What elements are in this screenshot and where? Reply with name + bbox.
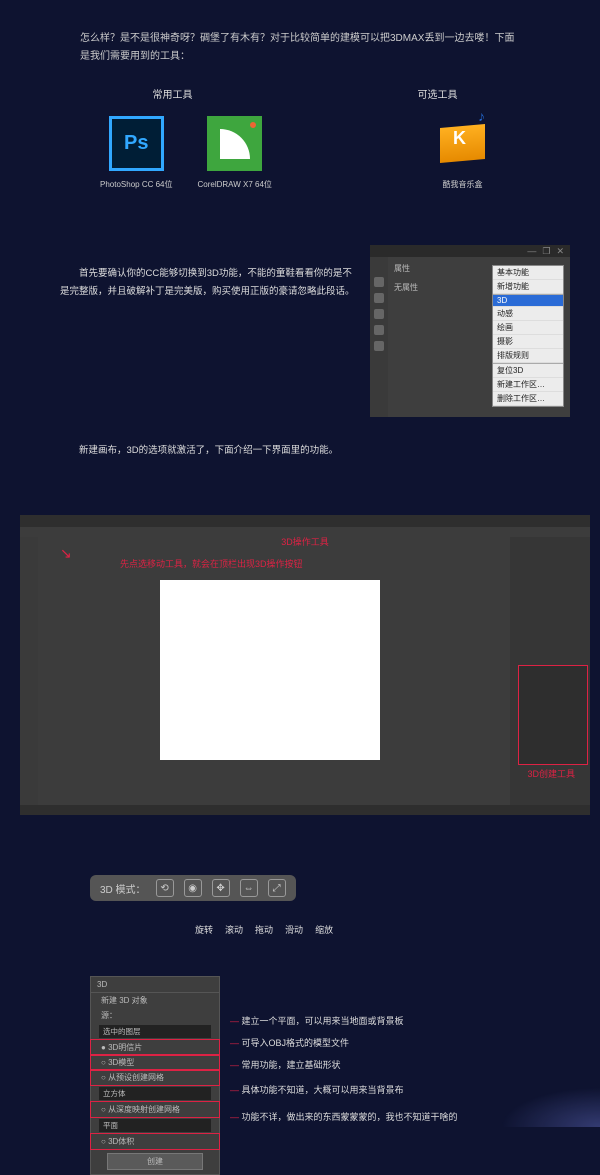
panel-heading: 新建 3D 对象 [91, 993, 219, 1008]
close-icon[interactable]: ✕ [556, 246, 564, 256]
desc-preset: 常用功能，建立基础形状 [242, 1060, 341, 1070]
expand-icon[interactable]: ❐ [542, 246, 550, 256]
ps-menubar [20, 515, 590, 527]
mode-rotate-icon[interactable]: ⟲ [156, 879, 174, 897]
ps-statusbar [20, 805, 590, 815]
descriptions: — 建立一个平面，可以用来当地面或背景板 — 可导入OBJ格式的模型文件 — 常… [230, 976, 458, 1175]
mode-scale-icon[interactable]: ⤢ [268, 879, 286, 897]
mode-label-slide: 滑动 [285, 923, 303, 936]
paragraph-1: 首先要确认你的CC能够切换到3D功能，不能的童鞋看看你的是不是完整版，并且破解补… [60, 245, 355, 417]
menu-item[interactable]: 排版规则 [493, 349, 563, 363]
desc-depth: 具体功能不知道，大概可以用来当背景布 [242, 1085, 404, 1095]
menu-item[interactable]: 摄影 [493, 335, 563, 349]
tool-coreldraw: CorelDRAW X7 64位 [198, 116, 272, 190]
paragraph-2: 新建画布，3D的选项就激活了，下面介绍一下界面里的功能。 [0, 417, 600, 460]
annotation-arrow-icon: ↘ [60, 545, 72, 562]
panel-tab-3d[interactable]: 3D [97, 980, 107, 989]
menu-item[interactable]: 动感 [493, 307, 563, 321]
source-label: 源： [101, 1011, 117, 1020]
ps-toolbar [20, 537, 38, 805]
panel-titlebar: — ❐ ✕ [370, 245, 570, 257]
minimize-icon[interactable]: — [527, 246, 536, 256]
intro-text: 怎么样？是不是很神奇呀？碉堡了有木有？对于比较简单的建模可以把3DMAX丢到一边… [0, 30, 600, 66]
tool-kuwo: K ♪ 酷我音乐盒 [435, 116, 490, 190]
radio-depth-mesh[interactable]: ○ 从深度映射创建网格 [91, 1102, 219, 1117]
annotation-move-tool: 先点选移动工具，就会在顶栏出现3D操作按钮 [120, 557, 303, 570]
strip-icon[interactable] [374, 277, 384, 287]
ps-full-screenshot: ↘ 3D操作工具 先点选移动工具，就会在顶栏出现3D操作按钮 3D创建工具 [20, 515, 590, 815]
coreldraw-label: CorelDRAW X7 64位 [198, 179, 272, 190]
panel-icon-strip [370, 257, 388, 417]
ps-3d-panel [518, 665, 588, 765]
desc-postcard: 建立一个平面，可以用来当地面或背景板 [242, 1016, 404, 1026]
workspace-dropdown[interactable]: 基本功能 新增功能 3D 动感 绘画 摄影 排版规则 复位3D 新建工作区… 删… [492, 265, 564, 407]
photoshop-icon: Ps [109, 116, 164, 171]
menu-item[interactable]: 复位3D [493, 364, 563, 378]
menu-item[interactable]: 新增功能 [493, 280, 563, 294]
strip-icon[interactable] [374, 293, 384, 303]
section-common-tools: 常用工具 [153, 86, 193, 101]
kuwo-label: 酷我音乐盒 [435, 179, 490, 190]
desc-volume: 功能不详，做出来的东西蒙蒙蒙的，我也不知道干啥的 [242, 1112, 458, 1122]
mode-drag-icon[interactable]: ✥ [212, 879, 230, 897]
3d-mode-bar: 3D 模式： ⟲ ◉ ✥ ⇔ ⤢ [90, 875, 296, 901]
3d-mode-label: 3D 模式： [100, 881, 146, 896]
depth-select[interactable]: 平面 [99, 1119, 211, 1132]
mode-label-scale: 缩放 [315, 923, 333, 936]
mode-roll-icon[interactable]: ◉ [184, 879, 202, 897]
mode-label-drag: 拖动 [255, 923, 273, 936]
coreldraw-icon [207, 116, 262, 171]
tool-photoshop: Ps PhotoShop CC 64位 [100, 116, 173, 190]
menu-item-selected[interactable]: 3D [493, 295, 563, 307]
photoshop-label: PhotoShop CC 64位 [100, 179, 173, 190]
radio-preset-mesh[interactable]: ○ 从预设创建网格 [91, 1070, 219, 1085]
create-button[interactable]: 创建 [107, 1153, 203, 1170]
strip-icon[interactable] [374, 341, 384, 351]
menu-item[interactable]: 基本功能 [493, 266, 563, 280]
radio-volume[interactable]: ○ 3D体积 [91, 1134, 219, 1149]
desc-model: 可导入OBJ格式的模型文件 [242, 1038, 350, 1048]
mode-slide-icon[interactable]: ⇔ [240, 879, 258, 897]
ps-workspace-panel: — ❐ ✕ 属性 无属性 基本功能 新增功能 3D 动感 绘画 摄影 [370, 245, 570, 417]
mode-labels-row: 旋转 滚动 拖动 滑动 缩放 [195, 923, 600, 936]
kuwo-icon: K ♪ [435, 116, 490, 171]
source-select[interactable]: 选中的图层 [99, 1025, 211, 1038]
menu-item[interactable]: 删除工作区… [493, 392, 563, 406]
strip-icon[interactable] [374, 309, 384, 319]
section-optional-tools: 可选工具 [418, 86, 458, 101]
preset-select[interactable]: 立方体 [99, 1087, 211, 1100]
create-3d-panel: 3D 新建 3D 对象 源： 选中的图层 ● 3D明信片 ○ 3D模型 ○ 从预… [90, 976, 220, 1175]
radio-postcard[interactable]: ● 3D明信片 [91, 1040, 219, 1055]
strip-icon[interactable] [374, 325, 384, 335]
annotation-3d-create: 3D创建工具 [527, 767, 575, 780]
annotation-3d-tools: 3D操作工具 [281, 535, 329, 548]
mode-label-rotate: 旋转 [195, 923, 213, 936]
menu-item[interactable]: 新建工作区… [493, 378, 563, 392]
ps-canvas [160, 580, 380, 760]
mode-label-roll: 滚动 [225, 923, 243, 936]
menu-item[interactable]: 绘画 [493, 321, 563, 335]
radio-model[interactable]: ○ 3D模型 [91, 1055, 219, 1070]
